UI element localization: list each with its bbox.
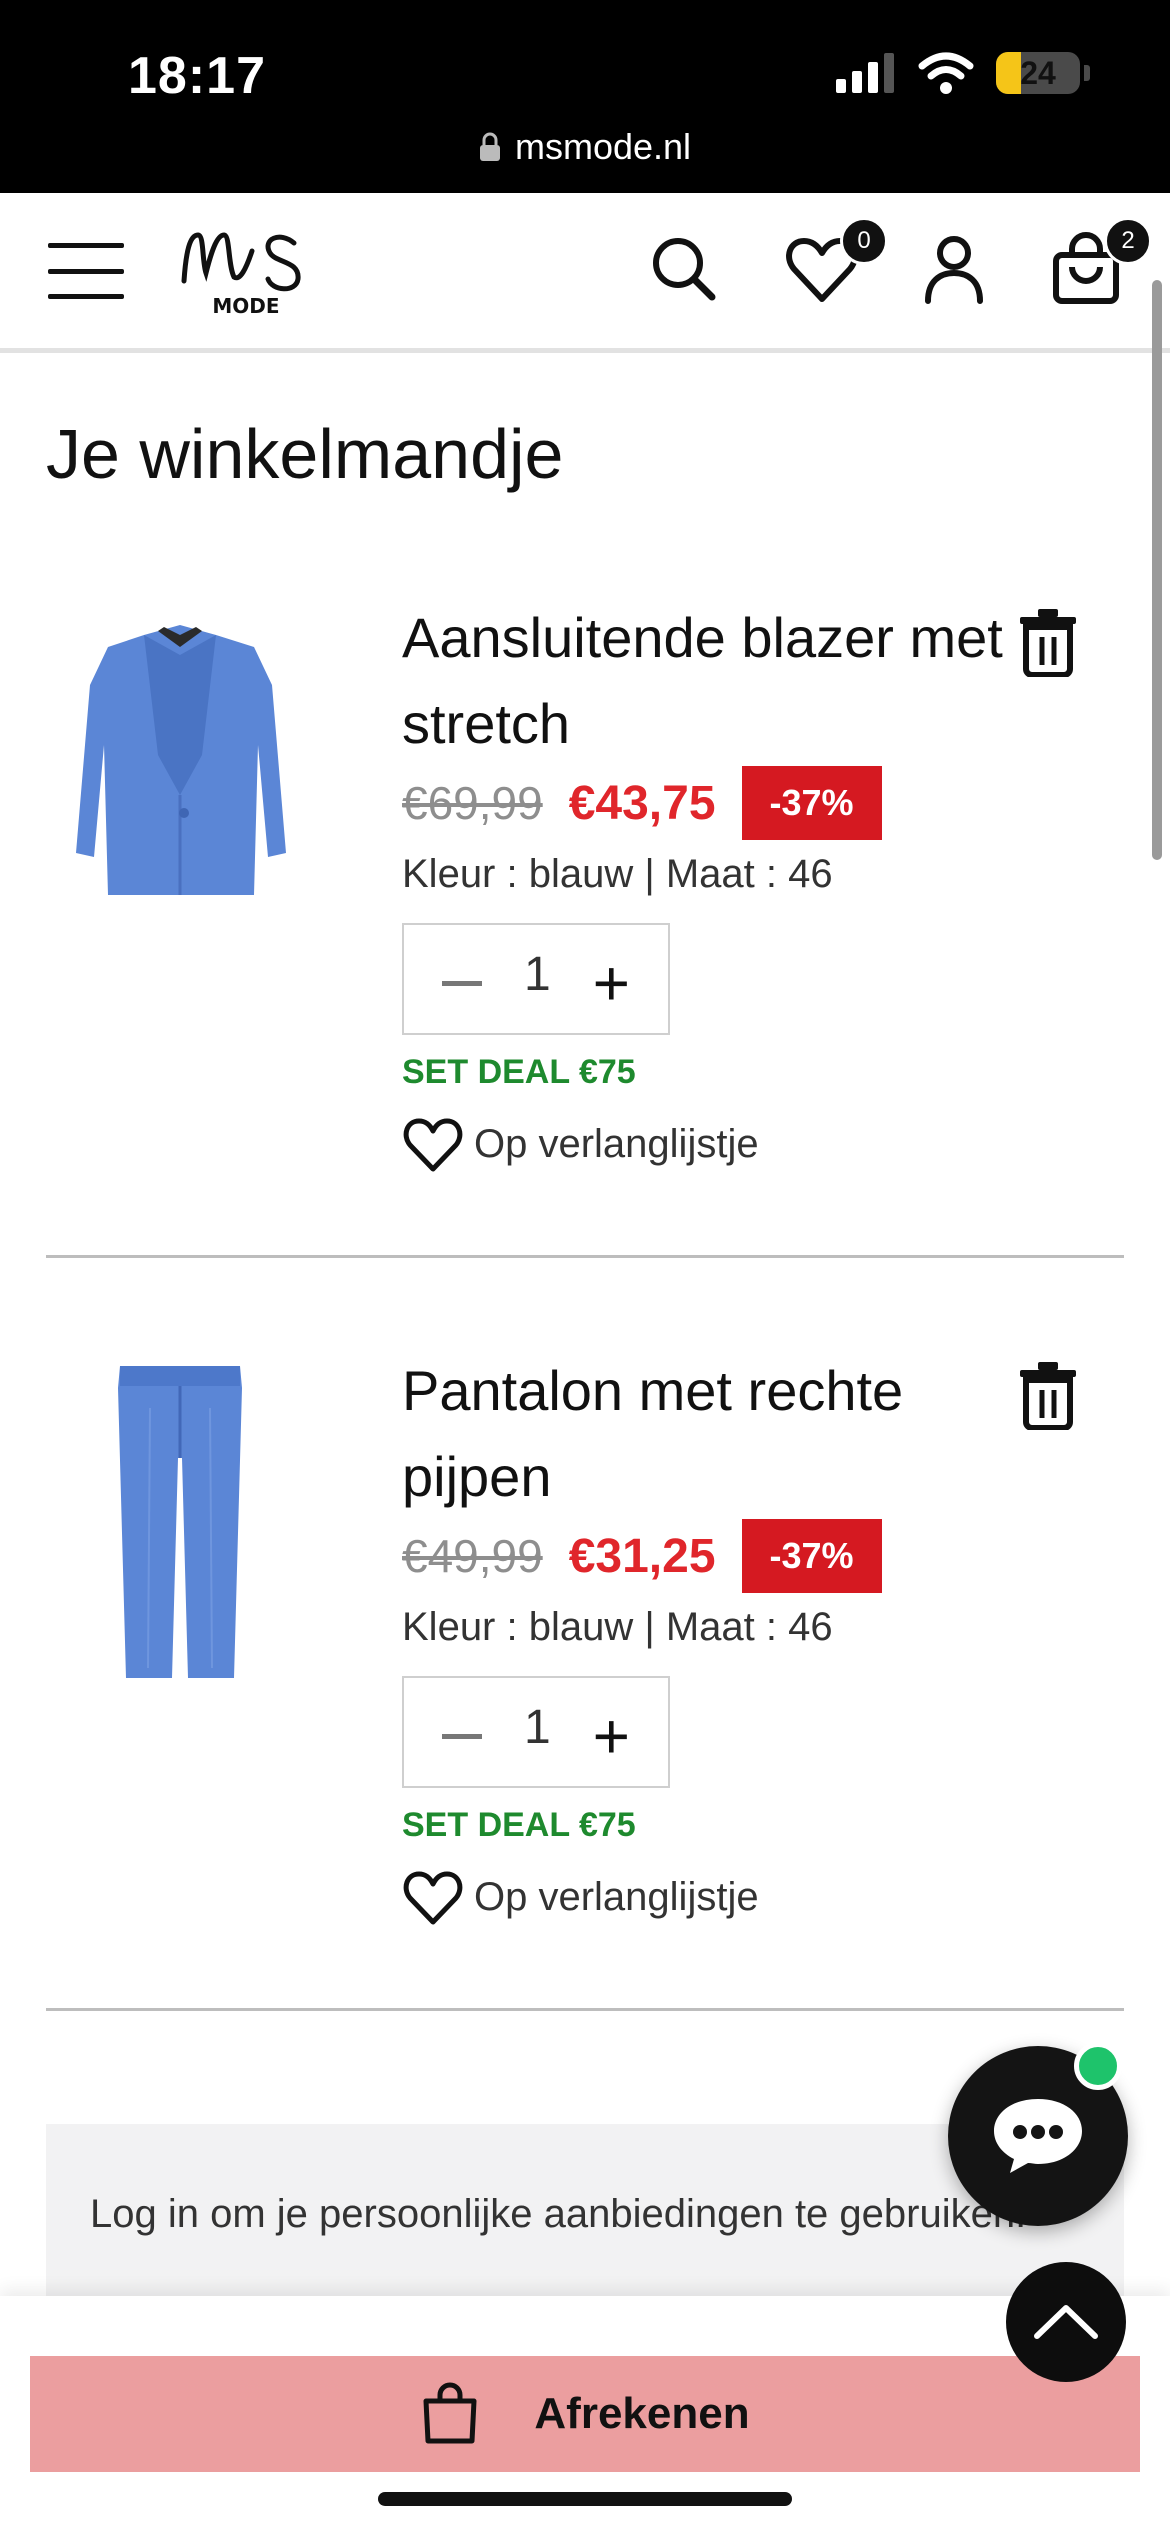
product-image-blazer[interactable] <box>46 595 314 935</box>
trash-icon[interactable] <box>1016 607 1080 677</box>
variant-info: Kleur : blauw | Maat : 46 <box>402 1605 833 1649</box>
chat-online-indicator <box>1074 2042 1122 2090</box>
heart-icon <box>403 1118 463 1172</box>
add-to-wishlist-link[interactable]: Op verlanglijstje <box>402 1868 759 1926</box>
price-row: €69,99 €43,75 -37% <box>402 765 882 841</box>
decrease-quantity-button[interactable] <box>442 980 482 986</box>
old-price: €49,99 <box>402 1530 543 1582</box>
wishlist-label: Op verlanglijstje <box>474 1874 759 1919</box>
checkout-label: Afrekenen <box>534 2389 750 2438</box>
set-deal-label: SET DEAL €75 <box>402 1806 636 1844</box>
url-text: msmode.nl <box>514 126 692 167</box>
discount-badge: -37% <box>741 766 882 840</box>
checkout-button[interactable]: Afrekenen <box>30 2356 1140 2472</box>
lock-icon <box>479 132 500 161</box>
bag-icon <box>423 2382 477 2444</box>
increase-quantity-button[interactable]: + <box>593 1704 630 1768</box>
product-name[interactable]: Pantalon met rechte pijpen <box>402 1348 1022 1520</box>
search-icon[interactable] <box>644 229 724 309</box>
status-icons: 24 <box>836 52 1090 94</box>
product-image-pantalon[interactable] <box>46 1348 314 1688</box>
set-deal-label: SET DEAL €75 <box>402 1053 636 1091</box>
arrow-up-icon <box>1034 2305 1098 2339</box>
cart-count-badge: 2 <box>1104 217 1152 265</box>
wifi-icon <box>918 52 974 94</box>
logo-sub: MODE <box>212 294 279 318</box>
quantity-value[interactable]: 1 <box>524 1700 551 1755</box>
add-to-wishlist-link[interactable]: Op verlanglijstje <box>402 1115 759 1173</box>
divider <box>46 1255 1124 1258</box>
address-bar[interactable]: msmode.nl <box>0 126 1170 168</box>
battery-icon: 24 <box>996 52 1080 94</box>
signal-icon <box>836 53 894 93</box>
back-to-top-button[interactable] <box>1006 2262 1126 2382</box>
login-promo-text: Log in om je persoonlijke aanbiedingen t… <box>90 2192 1027 2236</box>
home-indicator[interactable] <box>378 2492 792 2506</box>
page-title: Je winkelmandje <box>46 415 564 493</box>
site-header: MODE 0 2 <box>0 193 1170 353</box>
menu-icon[interactable] <box>48 243 124 299</box>
discount-badge: -37% <box>741 1519 882 1593</box>
sale-price: €31,25 <box>568 1529 716 1583</box>
logo[interactable]: MODE <box>176 221 316 321</box>
user-icon[interactable] <box>914 229 994 309</box>
decrease-quantity-button[interactable] <box>442 1733 482 1739</box>
trash-icon[interactable] <box>1016 1360 1080 1430</box>
product-name[interactable]: Aansluitende blazer met stretch <box>402 595 1022 767</box>
battery-level: 24 <box>1020 54 1056 91</box>
quantity-value[interactable]: 1 <box>524 947 551 1002</box>
status-bar: 18:17 24 msmode.nl <box>0 0 1170 193</box>
price-row: €49,99 €31,25 -37% <box>402 1518 882 1594</box>
heart-icon <box>403 1871 463 1925</box>
quantity-stepper: 1 + <box>402 923 670 1035</box>
wishlist-label: Op verlanglijstje <box>474 1121 759 1166</box>
old-price: €69,99 <box>402 777 543 829</box>
status-time: 18:17 <box>128 47 266 105</box>
quantity-stepper: 1 + <box>402 1676 670 1788</box>
divider <box>46 2008 1124 2011</box>
chat-icon <box>994 2099 1082 2173</box>
wishlist-count-badge: 0 <box>840 217 888 265</box>
increase-quantity-button[interactable]: + <box>593 951 630 1015</box>
variant-info: Kleur : blauw | Maat : 46 <box>402 852 833 896</box>
page-scrollbar[interactable] <box>1152 280 1162 860</box>
sale-price: €43,75 <box>568 776 716 830</box>
